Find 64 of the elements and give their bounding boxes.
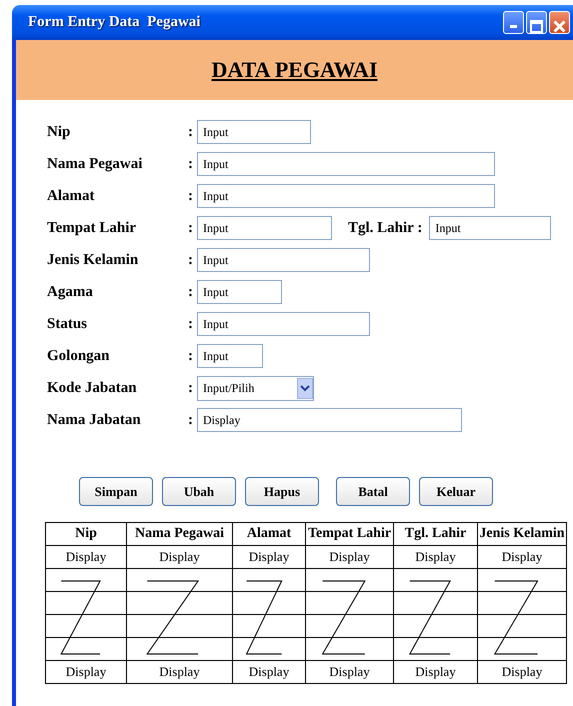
table-cell: Display xyxy=(232,660,306,684)
input-field[interactable]: Input xyxy=(197,312,370,336)
table-cell: Display xyxy=(478,660,566,684)
field-label: Status xyxy=(47,316,88,332)
window-title: Form Entry Data Pegawai xyxy=(28,14,200,31)
close-icon xyxy=(553,20,566,33)
field-label: Tempat Lahir xyxy=(47,220,138,236)
table-cell: Display xyxy=(232,546,306,568)
colon: : xyxy=(188,284,194,300)
colon: : xyxy=(188,188,194,204)
minimize-button[interactable] xyxy=(503,11,524,34)
maximize-button[interactable] xyxy=(526,11,547,34)
input-field[interactable]: Input xyxy=(197,216,332,240)
input-field[interactable]: Input xyxy=(197,184,495,208)
field-label: Alamat xyxy=(47,188,96,204)
colon: : xyxy=(188,412,194,428)
dropdown-field[interactable]: Input/Pilih xyxy=(197,376,314,400)
table-cell: Display xyxy=(46,546,126,568)
column-header: Jenis Kelamin xyxy=(478,522,566,546)
colon: : xyxy=(188,156,194,172)
colon: : xyxy=(188,380,194,396)
column-header: Nip xyxy=(46,522,126,546)
minimize-icon xyxy=(510,25,517,28)
field-label: Golongan xyxy=(47,348,111,364)
action-button[interactable]: Keluar xyxy=(419,477,493,506)
form-heading: DATA PEGAWAI xyxy=(211,57,378,83)
action-button[interactable]: Batal xyxy=(336,477,410,506)
column-header: Tgl. Lahir xyxy=(394,522,478,546)
input-field[interactable]: Input xyxy=(197,344,263,368)
colon: : xyxy=(188,348,194,364)
caret-icon xyxy=(297,378,313,398)
table-cell: Display xyxy=(478,546,566,568)
action-button[interactable]: Hapus xyxy=(245,477,319,506)
field-label: Nama Pegawai xyxy=(47,156,144,172)
field-label: Kode Jabatan xyxy=(47,380,138,396)
field-label: Nip xyxy=(47,124,72,140)
table-cell: Display xyxy=(126,660,232,684)
input-field[interactable]: Input xyxy=(429,216,552,240)
table-cell: Display xyxy=(306,546,394,568)
input-field[interactable]: Input xyxy=(197,280,282,304)
maximize-icon xyxy=(530,20,543,33)
field-label: Nama Jabatan xyxy=(47,412,142,428)
table-cell: Display xyxy=(126,546,232,568)
input-field[interactable]: Display xyxy=(197,408,462,432)
action-button[interactable]: Simpan xyxy=(79,477,153,506)
action-button[interactable]: Ubah xyxy=(162,477,236,506)
input-field[interactable]: Input xyxy=(197,152,495,176)
column-header: Alamat xyxy=(232,522,306,546)
colon: : xyxy=(188,220,194,236)
close-button[interactable] xyxy=(549,11,570,34)
colon: : xyxy=(188,252,194,268)
input-field[interactable]: Input xyxy=(197,120,311,144)
field-label: Jenis Kelamin xyxy=(47,252,140,268)
colon: : xyxy=(188,316,194,332)
table-cell: Display xyxy=(394,546,478,568)
input-field[interactable]: Input xyxy=(197,248,370,272)
table-cell: Display xyxy=(306,660,394,684)
table-cell: Display xyxy=(394,660,478,684)
column-header: Nama Pegawai xyxy=(126,522,232,546)
colon: : xyxy=(188,124,194,140)
field-label: Agama xyxy=(47,284,94,300)
table-cell: Display xyxy=(46,660,126,684)
column-header: Tempat Lahir xyxy=(306,522,394,546)
field-label: Tgl. Lahir : xyxy=(348,220,422,236)
